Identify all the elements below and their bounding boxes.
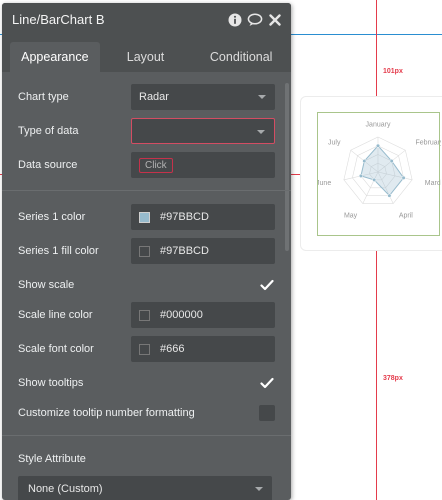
chart-type-dropdown[interactable]: Radar bbox=[131, 84, 275, 110]
radar-point bbox=[358, 173, 363, 178]
tab-bar: Appearance Layout Conditional bbox=[2, 36, 291, 72]
series1-fill-row: Series 1 fill color #97BBCD bbox=[18, 238, 275, 264]
property-editor-panel: Line/BarChart B Appearance Layout Condit… bbox=[2, 3, 291, 500]
customize-tooltip-checkbox[interactable] bbox=[259, 405, 275, 421]
radar-chart-element[interactable]: January February March April May June July bbox=[316, 112, 442, 236]
show-scale-checkbox[interactable] bbox=[259, 277, 275, 293]
checkmark-icon bbox=[260, 279, 274, 291]
comment-icon[interactable] bbox=[247, 12, 263, 28]
panel-scrollbar[interactable] bbox=[285, 83, 289, 251]
radar-axis-label: May bbox=[344, 213, 358, 220]
close-icon[interactable] bbox=[267, 12, 283, 28]
data-source-row: Data source Click bbox=[18, 152, 275, 178]
panel-header[interactable]: Line/BarChart B bbox=[2, 3, 291, 36]
chart-type-row: Chart type Radar bbox=[18, 84, 275, 110]
data-source-label: Data source bbox=[18, 159, 78, 171]
data-source-click-placeholder[interactable]: Click bbox=[139, 157, 173, 173]
scale-line-color-picker[interactable]: #000000 bbox=[131, 302, 275, 328]
tab-appearance[interactable]: Appearance bbox=[10, 42, 100, 72]
series1-color-row: Series 1 color #97BBCD bbox=[18, 204, 275, 230]
show-tooltips-checkbox[interactable] bbox=[259, 375, 275, 391]
show-scale-row: Show scale bbox=[18, 277, 275, 293]
radar-point bbox=[389, 159, 394, 164]
radar-point bbox=[401, 175, 406, 180]
radar-point bbox=[372, 177, 377, 182]
show-tooltips-label: Show tooltips bbox=[18, 377, 84, 389]
section-divider bbox=[2, 190, 291, 191]
guide-distance-bottom: 378px bbox=[383, 375, 403, 382]
tab-layout[interactable]: Layout bbox=[100, 42, 192, 72]
section-divider bbox=[2, 435, 291, 436]
series1-color-value: #97BBCD bbox=[160, 211, 209, 223]
type-of-data-label: Type of data bbox=[18, 125, 79, 137]
radar-axis-label: April bbox=[399, 213, 413, 220]
radar-axis-label: June bbox=[318, 180, 331, 187]
data-source-field[interactable]: Click bbox=[131, 152, 275, 178]
checkmark-icon bbox=[260, 377, 274, 389]
customize-tooltip-row: Customize tooltip number formatting bbox=[18, 405, 275, 421]
style-attribute-dropdown[interactable]: None (Custom) bbox=[18, 476, 272, 500]
radar-point bbox=[375, 143, 381, 148]
series1-color-swatch bbox=[139, 211, 150, 223]
style-attribute-value: None (Custom) bbox=[28, 483, 103, 495]
panel-title: Line/BarChart B bbox=[12, 12, 105, 27]
radar-point bbox=[362, 159, 367, 164]
scale-line-color-label: Scale line color bbox=[18, 309, 93, 321]
chart-type-value: Radar bbox=[139, 91, 169, 103]
radar-axis-label: March bbox=[425, 180, 441, 187]
series1-color-label: Series 1 color bbox=[18, 211, 86, 223]
guide-distance-top: 101px bbox=[383, 68, 403, 75]
scale-font-color-swatch bbox=[139, 343, 150, 355]
series1-color-picker[interactable]: #97BBCD bbox=[131, 204, 275, 230]
radar-axis-label: February bbox=[416, 140, 441, 147]
chart-type-label: Chart type bbox=[18, 91, 69, 103]
style-attribute-label-row: Style Attribute bbox=[18, 453, 275, 465]
scale-font-color-label: Scale font color bbox=[18, 343, 94, 355]
scale-font-color-picker[interactable]: #666 bbox=[131, 336, 275, 362]
radar-chart: January February March April May June July bbox=[316, 122, 442, 220]
radar-series-area bbox=[360, 144, 405, 197]
radar-axis-label: July bbox=[328, 140, 341, 147]
chevron-down-icon bbox=[258, 95, 266, 99]
series1-fill-picker[interactable]: #97BBCD bbox=[131, 238, 275, 264]
show-tooltips-row: Show tooltips bbox=[18, 375, 275, 391]
scale-line-color-row: Scale line color #000000 bbox=[18, 302, 275, 328]
radar-axis-label: January bbox=[366, 122, 391, 129]
series1-fill-value: #97BBCD bbox=[160, 245, 209, 257]
chevron-down-icon bbox=[255, 487, 263, 491]
show-scale-label: Show scale bbox=[18, 279, 75, 291]
tab-conditional[interactable]: Conditional bbox=[191, 42, 291, 72]
scale-line-color-swatch bbox=[139, 309, 150, 321]
type-of-data-row: Type of data bbox=[18, 118, 275, 144]
scale-font-color-value: #666 bbox=[160, 343, 185, 355]
scale-line-color-value: #000000 bbox=[160, 309, 203, 321]
scale-font-color-row: Scale font color #666 bbox=[18, 336, 275, 362]
radar-point bbox=[387, 193, 392, 198]
customize-tooltip-label: Customize tooltip number formatting bbox=[18, 407, 195, 419]
type-of-data-dropdown[interactable] bbox=[131, 118, 275, 144]
series1-fill-swatch bbox=[139, 245, 150, 257]
info-icon[interactable] bbox=[227, 12, 243, 28]
series1-fill-label: Series 1 fill color bbox=[18, 245, 99, 257]
style-attribute-label: Style Attribute bbox=[18, 453, 86, 465]
chevron-down-icon bbox=[257, 130, 265, 134]
